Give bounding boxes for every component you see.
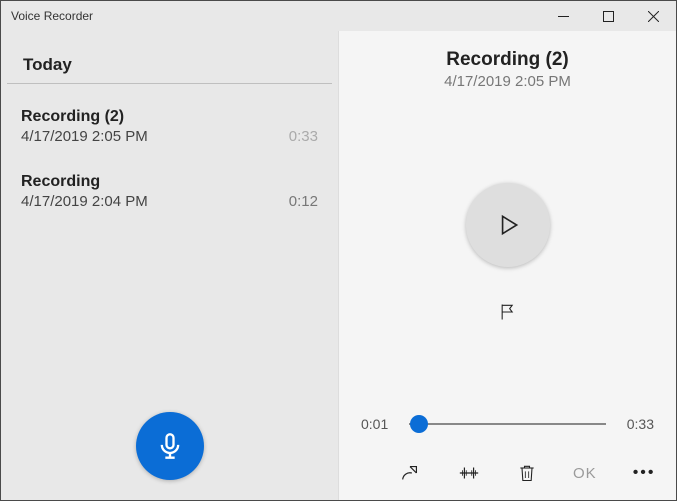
recording-list-item[interactable]: Recording 4/17/2019 2:04 PM 0:12: [1, 159, 338, 224]
seek-thumb[interactable]: [410, 415, 428, 433]
microphone-icon: [156, 432, 184, 460]
seek-bar: 0:01 0:33: [339, 414, 676, 446]
details-title: Recording (2): [349, 49, 666, 71]
details-panel: Recording (2) 4/17/2019 2:05 PM 0:01: [339, 31, 676, 500]
recording-list: Recording (2) 4/17/2019 2:05 PM 0:33 Rec…: [1, 84, 338, 224]
rename-button[interactable]: OK: [573, 455, 597, 491]
window-title: Voice Recorder: [1, 9, 93, 23]
seek-track[interactable]: [409, 414, 606, 434]
recording-duration: 0:33: [289, 128, 318, 145]
recording-title: Recording (2): [21, 108, 318, 126]
share-icon: [399, 462, 421, 484]
close-icon: [648, 11, 659, 22]
play-button[interactable]: [466, 183, 550, 267]
minimize-button[interactable]: [541, 1, 586, 31]
trim-button[interactable]: [457, 455, 481, 491]
recording-timestamp: 4/17/2019 2:05 PM: [21, 128, 148, 145]
play-area: [339, 96, 676, 414]
trash-icon: [517, 462, 537, 484]
sidebar: Today Recording (2) 4/17/2019 2:05 PM 0:…: [1, 31, 339, 500]
section-header-today: Today: [7, 31, 332, 84]
content: Today Recording (2) 4/17/2019 2:05 PM 0:…: [1, 31, 676, 500]
close-button[interactable]: [631, 1, 676, 31]
minimize-icon: [558, 11, 569, 22]
recording-list-item[interactable]: Recording (2) 4/17/2019 2:05 PM 0:33: [1, 94, 338, 159]
trim-icon: [457, 462, 481, 484]
flag-icon: [498, 302, 518, 322]
total-time: 0:33: [620, 416, 654, 432]
details-toolbar: OK •••: [339, 446, 676, 500]
elapsed-time: 0:01: [361, 416, 395, 432]
recording-title: Recording: [21, 173, 318, 191]
share-button[interactable]: [399, 455, 421, 491]
maximize-button[interactable]: [586, 1, 631, 31]
recording-timestamp: 4/17/2019 2:04 PM: [21, 193, 148, 210]
record-button[interactable]: [136, 412, 204, 480]
titlebar: Voice Recorder: [1, 1, 676, 31]
recording-duration: 0:12: [289, 193, 318, 210]
maximize-icon: [603, 11, 614, 22]
details-timestamp: 4/17/2019 2:05 PM: [349, 73, 666, 90]
delete-button[interactable]: [517, 455, 537, 491]
play-icon: [495, 212, 521, 238]
seek-rail: [409, 423, 606, 425]
more-button[interactable]: •••: [633, 455, 656, 491]
details-header: Recording (2) 4/17/2019 2:05 PM: [339, 31, 676, 96]
marker-button[interactable]: [493, 297, 523, 327]
ellipsis-icon: •••: [633, 464, 656, 482]
